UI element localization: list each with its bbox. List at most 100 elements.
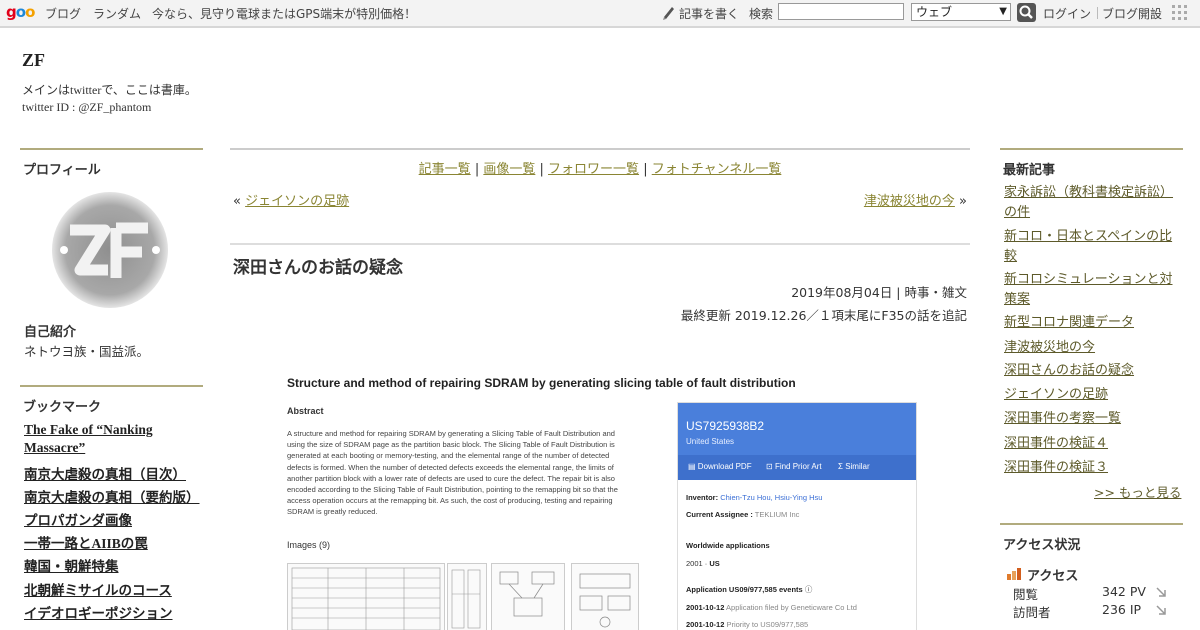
content-mid-rule <box>230 243 970 245</box>
recent-post-link[interactable]: ジェイソンの足跡 <box>1004 385 1179 405</box>
bookmark-link[interactable]: イデオロギーポジション <box>24 602 173 622</box>
patent-abstract-heading: Abstract <box>287 406 324 416</box>
patent-country: United States <box>686 437 735 446</box>
blog-title[interactable]: ZF <box>22 50 45 71</box>
inventor-value[interactable]: Chien-Tzu Hou, Hsiu-Ying Hsu <box>720 493 822 502</box>
bookmark-link[interactable]: 一帯一路とAIIBの罠 <box>24 532 148 552</box>
bookmark-link[interactable]: Massacre” <box>24 440 85 456</box>
bookmark-heading: ブックマーク <box>20 385 203 415</box>
article-list-link[interactable]: 記事一覧 <box>419 162 471 177</box>
worldwide-country[interactable]: US <box>709 559 719 568</box>
nav-separator: | <box>474 162 480 177</box>
event-date: 2001-10-12 <box>686 603 725 612</box>
recent-post-link[interactable]: 深田事件の検証３ <box>1004 458 1179 478</box>
topbar-divider <box>1097 7 1098 19</box>
profile-heading: プロフィール <box>20 148 203 178</box>
recent-post-link[interactable]: 家永訴訟（教科書検定訴訟）の件 <box>1004 183 1179 223</box>
event-date: 2001-10-12 <box>686 620 725 629</box>
patent-info-card: US7925938B2 United States ▤ Download PDF… <box>677 402 917 630</box>
photo-channel-list-link[interactable]: フォトチャンネル一覧 <box>652 162 782 177</box>
worldwide-row: 2001 · US <box>686 559 720 568</box>
inventor-label: Inventor: <box>686 493 719 502</box>
bookmark-link[interactable]: 北朝鮮ミサイルのコース <box>24 579 172 599</box>
bookmark-link[interactable]: 南京大虐殺の真相（要約版） <box>24 486 200 506</box>
recent-post-link[interactable]: 新コロシミュレーションと対策案 <box>1004 270 1179 310</box>
patent-title: Structure and method of repairing SDRAM … <box>287 376 796 390</box>
blog-description-line: メインはtwitterで、ここは書庫。 <box>22 83 197 97</box>
patent-figure-thumbnail <box>287 563 445 630</box>
search-scope-value: ウェブ <box>916 5 953 19</box>
bookmark-link[interactable]: プロパガンダ画像 <box>24 509 132 529</box>
recent-posts-heading: 最新記事 <box>1000 148 1183 178</box>
worldwide-label-text: Worldwide applications <box>686 541 770 550</box>
intro-heading: 自己紹介 <box>24 325 77 340</box>
prev-post-link[interactable]: ジェイソンの足跡 <box>245 194 349 209</box>
access-heading: アクセス状況 <box>1000 523 1183 553</box>
recent-post-link[interactable]: 深田さんのお話の疑念 <box>1004 361 1179 381</box>
topbar-link-random[interactable]: ランダム <box>93 5 141 22</box>
profile-avatar[interactable] <box>50 190 170 310</box>
prev-post: « ジェイソンの足跡 <box>233 190 349 209</box>
topbar-promo-link[interactable]: 今なら、見守り電球またはGPS端末が特別価格！ <box>152 5 416 22</box>
goo-logo[interactable]: goo <box>6 3 35 21</box>
find-prior-art-label: Find Prior Art <box>774 462 822 471</box>
search-scope-select[interactable]: ウェブ ▼ <box>911 3 1011 21</box>
top-bar: goo ブログ ランダム 今なら、見守り電球またはGPS端末が特別価格！ 記事を… <box>0 0 1200 28</box>
blog-description: メインはtwitterで、ここは書庫。 twitter ID : @ZF_pha… <box>22 82 197 116</box>
inventor-row: Inventor: Chien-Tzu Hou, Hsiu-Ying Hsu <box>686 493 822 502</box>
blog-twitter-id: twitter ID : @ZF_phantom <box>22 100 152 114</box>
patent-figure-thumbnail <box>491 563 565 630</box>
intro-text: ネトウヨ族・国益派。 <box>24 344 150 359</box>
download-pdf-button[interactable]: ▤ Download PDF <box>688 462 752 471</box>
help-icon[interactable]: ⓘ <box>805 585 813 594</box>
recent-post-link[interactable]: 新型コロナ関連データ <box>1004 313 1179 333</box>
chart-icon <box>1007 568 1021 580</box>
post-title: 深田さんのお話の疑念 <box>233 258 403 278</box>
write-post-link[interactable]: 記事を書く <box>679 5 739 22</box>
event-row: 2001-10-12 Application filed by Geneticw… <box>686 603 857 612</box>
image-list-link[interactable]: 画像一覧 <box>483 162 535 177</box>
nav-separator: | <box>643 162 648 177</box>
find-prior-art-button[interactable]: ⊡ Find Prior Art <box>766 462 822 471</box>
grid-menu-icon[interactable] <box>1172 5 1188 21</box>
similar-button[interactable]: Σ Similar <box>838 462 870 471</box>
recent-post-link[interactable]: 深田事件の検証４ <box>1004 434 1179 454</box>
assignee-value: TEKLIUM Inc <box>754 510 800 519</box>
events-label: Application US09/977,585 events <box>686 585 803 594</box>
recent-post-link[interactable]: 深田事件の考察一覧 <box>1004 409 1179 429</box>
follower-list-link[interactable]: フォロワー一覧 <box>548 162 639 177</box>
bookmark-link[interactable]: The Fake of “Nanking <box>24 422 153 438</box>
bookmark-link[interactable]: 南京大虐殺の真相（目次） <box>24 463 186 483</box>
patent-screenshot-image[interactable]: Structure and method of repairing SDRAM … <box>281 370 920 630</box>
bookmark-link[interactable]: 韓国・朝鮮特集 <box>24 555 119 575</box>
assignee-row: Current Assignee : TEKLIUM Inc <box>686 510 799 519</box>
more-posts-link[interactable]: >> もっと見る <box>1094 482 1181 501</box>
recent-post-link[interactable]: 津波被災地の今 <box>1004 338 1179 358</box>
search-label: 検索 <box>749 7 774 21</box>
worldwide-label: Worldwide applications <box>686 541 770 550</box>
patent-images-heading: Images (9) <box>287 540 331 550</box>
article-nav: 記事一覧 | 画像一覧 | フォロワー一覧 | フォトチャンネル一覧 <box>230 158 970 177</box>
views-value: 342 PV <box>1102 584 1146 599</box>
blog-signup-link[interactable]: ブログ開設 <box>1102 5 1162 22</box>
search-button[interactable] <box>1017 3 1036 22</box>
document-icon: ▤ <box>688 462 696 471</box>
search-doc-icon: ⊡ <box>766 462 773 471</box>
topbar-link-blog[interactable]: ブログ <box>45 5 81 22</box>
patent-abstract: A structure and method for repairing SDR… <box>287 429 618 517</box>
arrow-down-right-icon <box>1156 587 1166 597</box>
recent-post-link[interactable]: 新コロ・日本とスペインの比較 <box>1004 227 1179 267</box>
pencil-icon[interactable] <box>661 4 675 20</box>
dropdown-arrow-icon: ▼ <box>999 6 1007 17</box>
nav-separator: | <box>539 162 544 177</box>
visitors-value: 236 IP <box>1102 602 1142 617</box>
login-link[interactable]: ログイン <box>1043 5 1091 22</box>
event-row: 2001-10-12 Priority to US09/977,585 <box>686 620 808 629</box>
next-post-link[interactable]: 津波被災地の今 <box>864 194 955 209</box>
search-icon <box>1019 5 1033 19</box>
event-text: Priority to US09/977,585 <box>726 620 809 629</box>
views-label: 閲覧 <box>1013 587 1039 602</box>
search-input[interactable] <box>778 3 904 20</box>
similar-label: Similar <box>845 462 870 471</box>
access-title: アクセス <box>1027 569 1079 584</box>
